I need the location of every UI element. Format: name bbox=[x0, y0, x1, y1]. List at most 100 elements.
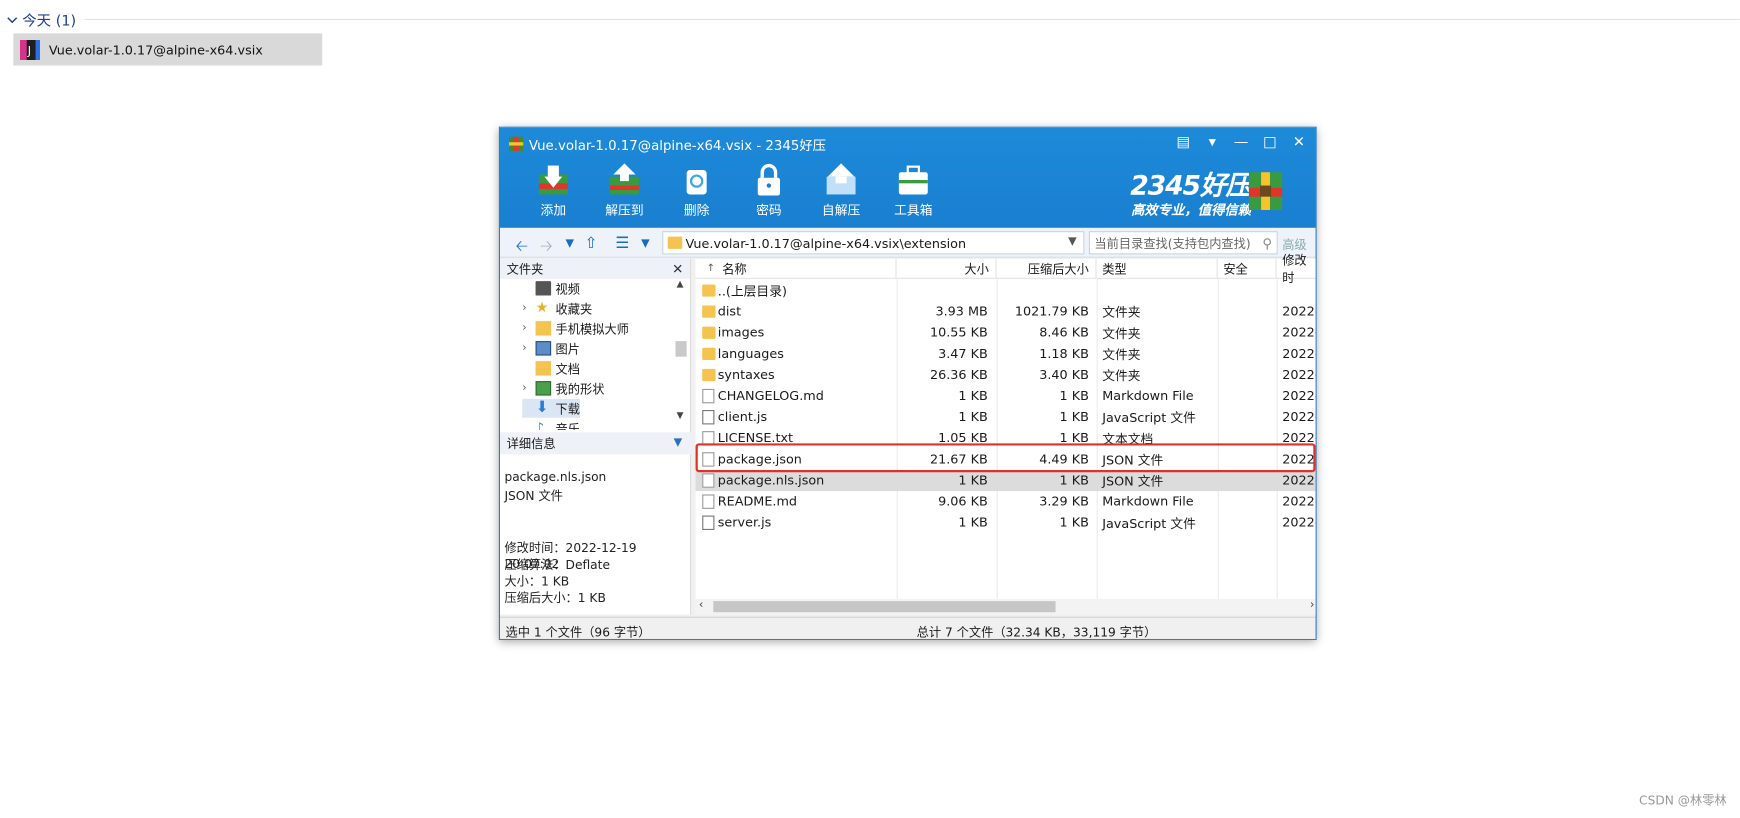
search-placeholder: 当前目录查找(支持包内查找) bbox=[1094, 236, 1251, 251]
folders-header: 文件夹 ✕ bbox=[499, 258, 690, 279]
tree-item-downloads[interactable]: ⬇ 下载 bbox=[522, 398, 580, 418]
file-row[interactable]: images 10.55 KB 8.46 KB 文件夹 2022- bbox=[696, 322, 1316, 343]
file-modified: 2022- bbox=[1282, 303, 1317, 319]
delete-button[interactable]: 删除 bbox=[669, 161, 725, 219]
file-type: 文件夹 bbox=[1102, 325, 1141, 342]
brand-logo: 2345好压 高效专业，值得信赖 bbox=[1130, 163, 1252, 219]
brand-slogan: 高效专业，值得信赖 bbox=[1131, 202, 1252, 218]
file-packed-size: 8.46 KB bbox=[1039, 324, 1089, 340]
expand-icon[interactable]: › bbox=[522, 322, 533, 334]
file-type: JSON 文件 bbox=[1102, 473, 1164, 489]
forward-arrow-icon[interactable]: 🡢 bbox=[540, 234, 553, 261]
vsix-file-item[interactable]: J Vue.volar-1.0.17@alpine-x64.vsix bbox=[13, 33, 323, 66]
view-list-icon[interactable]: ☰ bbox=[616, 234, 630, 252]
download-icon: ⬇ bbox=[535, 398, 549, 417]
tree-item-documents[interactable]: 文档 bbox=[522, 359, 580, 378]
up-folder-icon[interactable]: ⇧ bbox=[584, 234, 597, 252]
extract-to-button[interactable]: 解压到 bbox=[597, 161, 653, 219]
add-label: 添加 bbox=[540, 202, 567, 218]
address-field[interactable]: Vue.volar-1.0.17@alpine-x64.vsix\extensi… bbox=[662, 231, 1085, 255]
add-button[interactable]: 添加 bbox=[526, 161, 582, 219]
file-type: 文件夹 bbox=[1102, 346, 1141, 363]
details-header[interactable]: 详细信息 ▼ bbox=[499, 432, 692, 455]
file-row[interactable]: syntaxes 26.36 KB 3.40 KB 文件夹 2022- bbox=[696, 364, 1317, 385]
archive-window: Vue.volar-1.0.17@alpine-x64.vsix - 2345好… bbox=[498, 126, 1317, 640]
svg-text:J: J bbox=[27, 44, 31, 57]
status-bar: 选中 1 个文件（96 字节） 总计 7 个文件（32.34 KB，33,119… bbox=[499, 616, 1316, 639]
file-row[interactable]: ..(上层目录) bbox=[696, 280, 1316, 301]
scroll-left-icon[interactable]: ‹ bbox=[699, 599, 703, 611]
toolbox-button[interactable]: 工具箱 bbox=[886, 161, 942, 219]
expand-icon[interactable]: › bbox=[522, 342, 533, 354]
file-size: 1 KB bbox=[958, 514, 988, 530]
maximize-button[interactable]: □ bbox=[1260, 132, 1280, 152]
shapes-icon bbox=[535, 381, 552, 396]
scroll-up-icon[interactable]: ▲ bbox=[677, 279, 684, 289]
file-size: 1 KB bbox=[958, 387, 988, 404]
file-size: 26.36 KB bbox=[929, 366, 988, 383]
lock-icon bbox=[757, 163, 780, 196]
file-row[interactable]: README.md 9.06 KB 3.29 KB Markdown File 2022… bbox=[696, 491, 1316, 512]
history-dropdown-icon[interactable]: ▼ bbox=[566, 238, 575, 250]
close-button[interactable]: ✕ bbox=[1289, 132, 1309, 152]
picture-icon bbox=[535, 341, 552, 356]
file-type: 文件夹 bbox=[1102, 304, 1141, 320]
tree-item-phone-emulator[interactable]: › 手机模拟大师 bbox=[522, 319, 629, 338]
file-row[interactable]: languages 3.47 KB 1.18 KB 文件夹 2022- bbox=[696, 343, 1316, 364]
tree-item-pictures[interactable]: › 图片 bbox=[522, 339, 580, 358]
file-name: package.nls.json bbox=[717, 472, 825, 488]
search-input[interactable]: 当前目录查找(支持包内查找) ⚲ bbox=[1088, 231, 1278, 255]
tree-item-my-shapes[interactable]: › 我的形状 bbox=[522, 379, 604, 398]
today-group-header[interactable]: 今天 (1) bbox=[7, 9, 76, 30]
file-modified: 2022- bbox=[1282, 514, 1317, 530]
scroll-right-icon[interactable]: › bbox=[1310, 599, 1314, 611]
file-name: syntaxes bbox=[717, 366, 775, 383]
scroll-thumb[interactable] bbox=[713, 601, 1056, 613]
column-header-type[interactable]: 类型 bbox=[1096, 258, 1218, 279]
file-row[interactable]: CHANGELOG.md 1 KB 1 KB Markdown File 2022- bbox=[696, 386, 1316, 407]
tree-scrollbar[interactable]: ▲ ▼ bbox=[674, 279, 687, 426]
self-extract-button[interactable]: 自解压 bbox=[813, 161, 869, 219]
folder-icon bbox=[702, 284, 716, 297]
file-row[interactable]: server.js 1 KB 1 KB JavaScript 文件 2022- bbox=[696, 512, 1317, 533]
close-folders-icon[interactable]: ✕ bbox=[672, 261, 683, 277]
document-icon bbox=[702, 388, 715, 404]
feedback-icon[interactable]: ▤ bbox=[1173, 132, 1193, 152]
search-icon[interactable]: ⚲ bbox=[1262, 236, 1272, 252]
tree-item-music[interactable]: ♪ 音乐 bbox=[522, 419, 580, 430]
file-type: Markdown File bbox=[1102, 493, 1194, 509]
file-name: README.md bbox=[717, 493, 798, 509]
file-modified: 2022- bbox=[1282, 366, 1317, 383]
expand-icon[interactable]: › bbox=[522, 382, 533, 394]
column-header-modified[interactable]: 修改时 bbox=[1276, 253, 1316, 285]
file-row[interactable]: package.nls.json 1 KB 1 KB JSON 文件 2022- bbox=[695, 469, 1316, 492]
back-arrow-icon[interactable]: 🡠 bbox=[516, 234, 529, 261]
column-header-size[interactable]: 大小 bbox=[896, 258, 997, 279]
menu-dropdown-icon[interactable]: ▾ bbox=[1202, 132, 1222, 152]
minimize-button[interactable]: — bbox=[1231, 132, 1251, 152]
column-header-packed[interactable]: 压缩后大小 bbox=[996, 258, 1097, 279]
file-row[interactable]: dist 3.93 MB 1021.79 KB 文件夹 2022- bbox=[696, 301, 1317, 322]
tree-item-favorites[interactable]: › ★ 收藏夹 bbox=[522, 299, 592, 318]
scroll-thumb[interactable] bbox=[675, 341, 687, 357]
address-dropdown-icon[interactable]: ▼ bbox=[1068, 236, 1077, 248]
tree-item-video[interactable]: 视频 bbox=[522, 279, 580, 298]
folder-icon bbox=[702, 347, 716, 360]
detail-method: 压缩算法：Deflate bbox=[504, 557, 610, 573]
window-title: Vue.volar-1.0.17@alpine-x64.vsix - 2345好… bbox=[528, 137, 827, 154]
scroll-down-icon[interactable]: ▼ bbox=[677, 410, 684, 420]
group-divider bbox=[84, 18, 1740, 20]
file-row[interactable]: client.js 1 KB 1 KB JavaScript 文件 2022- bbox=[696, 407, 1316, 428]
desktop-stage: 今天 (1) J Vue.volar-1.0.17@alpine-x64.vsi… bbox=[0, 0, 1740, 818]
chevron-down-icon[interactable]: ▼ bbox=[674, 437, 683, 449]
brand-box-icon bbox=[1248, 172, 1283, 210]
expand-icon[interactable]: › bbox=[522, 302, 533, 314]
music-icon: ♪ bbox=[535, 419, 545, 430]
column-header-name[interactable]: ↑ 名称 bbox=[695, 258, 897, 279]
file-size: 3.93 MB bbox=[935, 303, 988, 319]
file-name: languages bbox=[717, 345, 784, 362]
column-header-security[interactable]: 安全 bbox=[1217, 258, 1277, 279]
horizontal-scrollbar[interactable]: ‹ › bbox=[695, 598, 1316, 615]
view-dropdown-icon[interactable]: ▼ bbox=[641, 238, 650, 250]
password-button[interactable]: 密码 bbox=[741, 161, 797, 219]
